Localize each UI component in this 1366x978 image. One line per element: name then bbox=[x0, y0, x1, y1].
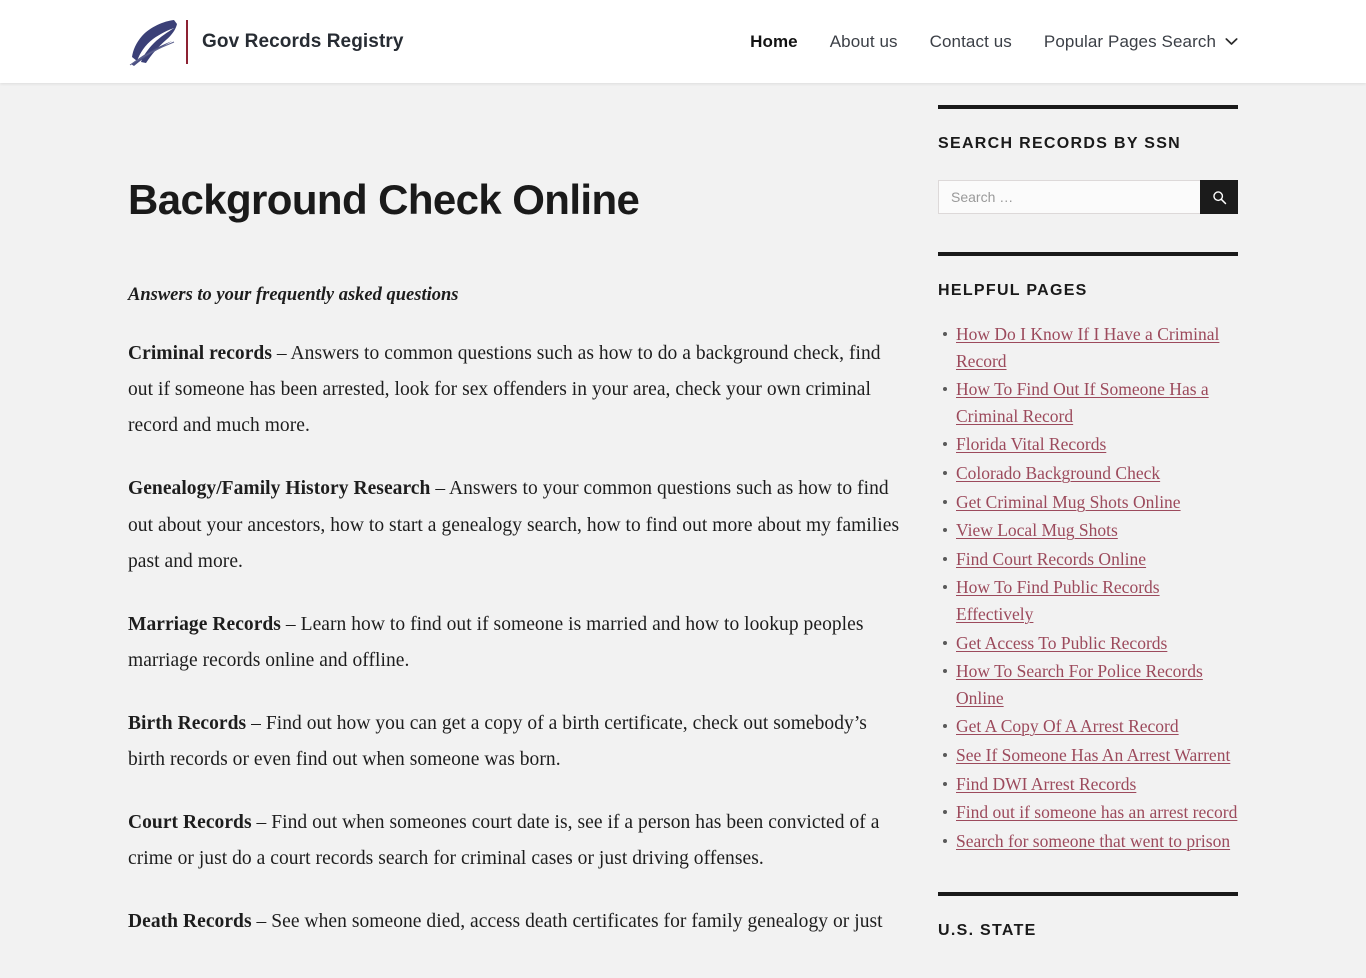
page-wrapper: Background Check Online Answers to your … bbox=[0, 83, 1366, 978]
page-title: Background Check Online bbox=[128, 176, 640, 223]
list-item: Find Court Records Online bbox=[943, 546, 1238, 573]
nav-dropdown-label[interactable]: Popular Pages Search bbox=[1044, 26, 1216, 58]
page-lede: Answers to your frequently asked questio… bbox=[128, 284, 459, 305]
search-input[interactable] bbox=[938, 180, 1200, 214]
quill-feather-icon bbox=[129, 19, 177, 66]
helpful-link[interactable]: How Do I Know If I Have a Criminal Recor… bbox=[956, 324, 1219, 371]
sidebar: Search Records by SSN Helpful Pages How … bbox=[938, 83, 1238, 978]
helpful-link[interactable]: Get A Copy Of A Arrest Record bbox=[956, 716, 1179, 736]
list-item: How To Find Out If Someone Has a Crimina… bbox=[943, 376, 1238, 429]
helpful-pages-list: How Do I Know If I Have a Criminal Recor… bbox=[938, 321, 1238, 854]
paragraph-marriage-records: Marriage Records – Learn how to find out… bbox=[128, 607, 906, 679]
paragraph-term: Death Records bbox=[128, 911, 252, 933]
widget-title-us-state: U.S. State bbox=[938, 922, 1037, 940]
paragraph-term: Birth Records bbox=[128, 712, 247, 734]
list-item: Get A Copy Of A Arrest Record bbox=[943, 713, 1238, 740]
list-item: Get Access To Public Records bbox=[943, 630, 1238, 657]
paragraph-court-records: Court Records – Find out when someones c… bbox=[128, 805, 906, 877]
paragraph-genealogy: Genealogy/Family History Research – Answ… bbox=[128, 471, 906, 579]
widget-title-helpful-pages: Helpful Pages bbox=[938, 282, 1088, 299]
widget-divider bbox=[938, 892, 1238, 897]
list-item: View Local Mug Shots bbox=[943, 517, 1238, 544]
paragraph-term: Marriage Records bbox=[128, 613, 281, 635]
helpful-link[interactable]: Colorado Background Check bbox=[956, 463, 1160, 483]
search-icon bbox=[1212, 190, 1226, 204]
list-item: Florida Vital Records bbox=[943, 431, 1238, 458]
helpful-link[interactable]: Find Court Records Online bbox=[956, 549, 1146, 569]
nav-item-contact-us[interactable]: Contact us bbox=[930, 26, 1012, 58]
paragraph-term: Court Records bbox=[128, 811, 252, 833]
helpful-link[interactable]: Get Access To Public Records bbox=[956, 633, 1167, 653]
widget-title-search: Search Records by SSN bbox=[938, 135, 1182, 152]
helpful-link[interactable]: How To Find Out If Someone Has a Crimina… bbox=[956, 379, 1209, 426]
paragraph-body: – See when someone died, access death ce… bbox=[251, 911, 883, 933]
helpful-link[interactable]: Get Criminal Mug Shots Online bbox=[956, 492, 1181, 512]
list-item: Find DWI Arrest Records bbox=[943, 771, 1238, 798]
list-item: How Do I Know If I Have a Criminal Recor… bbox=[943, 321, 1238, 374]
widget-us-state: U.S. State bbox=[938, 892, 1238, 940]
widget-divider bbox=[938, 252, 1238, 256]
helpful-link[interactable]: Search for someone that went to prison bbox=[956, 831, 1230, 851]
paragraph-birth-records: Birth Records – Find out how you can get… bbox=[128, 706, 906, 778]
paragraph-term: Genealogy/Family History Research bbox=[128, 478, 431, 500]
list-item: Get Criminal Mug Shots Online bbox=[943, 489, 1238, 516]
list-item: See If Someone Has An Arrest Warrent bbox=[943, 742, 1238, 769]
paragraph-term: Criminal records bbox=[128, 343, 272, 365]
helpful-link[interactable]: How To Search For Police Records Online bbox=[956, 661, 1203, 708]
helpful-link[interactable]: Florida Vital Records bbox=[956, 434, 1106, 454]
list-item: How To Search For Police Records Online bbox=[943, 658, 1238, 711]
paragraph-death-records: Death Records – See when someone died, a… bbox=[128, 904, 906, 940]
chevron-down-icon[interactable] bbox=[1225, 37, 1238, 46]
list-item: How To Find Public Records Effectively bbox=[943, 574, 1238, 627]
site-header: Gov Records Registry Home About us Conta… bbox=[0, 0, 1366, 83]
nav-item-about-us[interactable]: About us bbox=[830, 26, 898, 58]
helpful-link[interactable]: View Local Mug Shots bbox=[956, 520, 1118, 540]
main-navigation: Home About us Contact us Popular Pages S… bbox=[750, 26, 1238, 58]
widget-helpful-pages: Helpful Pages How Do I Know If I Have a … bbox=[938, 252, 1238, 854]
brand-divider bbox=[186, 19, 188, 64]
paragraph-criminal-records: Criminal records – Answers to common que… bbox=[128, 336, 906, 444]
site-logo-link[interactable]: Gov Records Registry bbox=[128, 17, 404, 67]
list-item: Colorado Background Check bbox=[943, 460, 1238, 487]
widget-divider bbox=[938, 105, 1238, 109]
search-form bbox=[938, 180, 1238, 214]
helpful-link[interactable]: Find DWI Arrest Records bbox=[956, 774, 1136, 794]
helpful-link[interactable]: How To Find Public Records Effectively bbox=[956, 577, 1160, 624]
header-inner: Gov Records Registry Home About us Conta… bbox=[0, 17, 1366, 67]
helpful-link[interactable]: See If Someone Has An Arrest Warrent bbox=[956, 745, 1230, 765]
nav-item-popular-pages-search[interactable]: Popular Pages Search bbox=[1044, 26, 1238, 58]
widget-search-records-by-ssn: Search Records by SSN bbox=[938, 105, 1238, 214]
brand-name: Gov Records Registry bbox=[202, 30, 404, 52]
search-submit-button[interactable] bbox=[1200, 180, 1238, 214]
main-content: Background Check Online Answers to your … bbox=[128, 83, 906, 940]
list-item: Find out if someone has an arrest record bbox=[943, 799, 1238, 826]
helpful-link[interactable]: Find out if someone has an arrest record bbox=[956, 802, 1237, 822]
list-item: Search for someone that went to prison bbox=[943, 828, 1238, 855]
nav-item-home[interactable]: Home bbox=[750, 26, 798, 58]
